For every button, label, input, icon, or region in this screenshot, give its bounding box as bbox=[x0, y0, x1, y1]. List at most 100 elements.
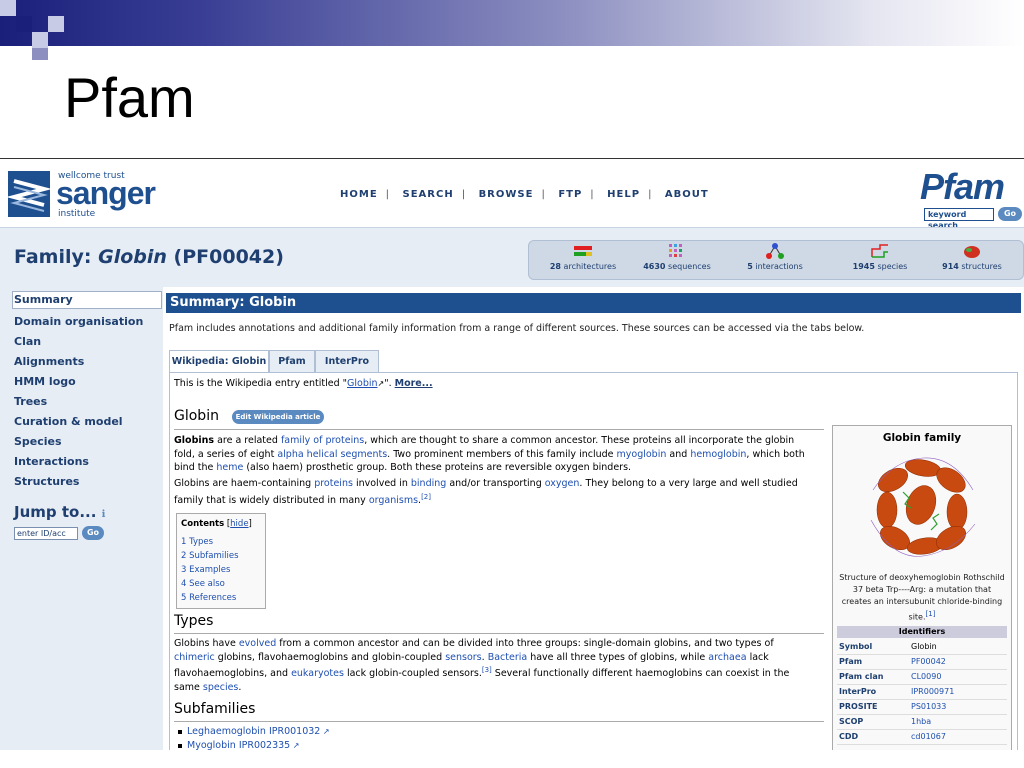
link-binding[interactable]: binding bbox=[411, 478, 446, 489]
slide-decor-square bbox=[0, 0, 16, 16]
subfamilies-heading-rule bbox=[174, 721, 824, 722]
slide-title: Pfam bbox=[64, 66, 195, 129]
stat-sequences[interactable]: 4630 sequences bbox=[637, 243, 717, 271]
architectures-icon bbox=[574, 246, 592, 256]
sidebar-item-structures[interactable]: Structures bbox=[14, 475, 79, 488]
keyword-search-input[interactable]: keyword search bbox=[924, 208, 994, 230]
stat-architectures[interactable]: 28 architectures bbox=[543, 243, 623, 271]
wiki-entry-link[interactable]: Globin bbox=[347, 378, 378, 389]
jump-to-go-button[interactable]: Go bbox=[82, 526, 104, 540]
infobox-title: Globin family bbox=[882, 432, 962, 444]
family-stats-bar: 28 architectures 4630 sequences 5 intera… bbox=[528, 240, 1024, 280]
jump-help-icon[interactable]: ℹ bbox=[102, 509, 106, 520]
link-chimeric[interactable]: chimeric bbox=[174, 652, 215, 663]
sidebar-item-curation-model[interactable]: Curation & model bbox=[14, 415, 123, 428]
link-organisms[interactable]: organisms bbox=[369, 495, 418, 506]
sidebar-item-species[interactable]: Species bbox=[14, 435, 62, 448]
link-evolved[interactable]: evolved bbox=[239, 638, 276, 649]
structures-icon bbox=[964, 246, 980, 258]
site-header: wellcome trust sanger institute HOME | SE… bbox=[0, 159, 1024, 230]
stat-species[interactable]: 1945 species bbox=[835, 243, 925, 271]
link-ipr000971[interactable]: IPR000971 bbox=[911, 684, 954, 699]
link-species[interactable]: species bbox=[203, 682, 238, 693]
link-hemoglobin[interactable]: hemoglobin bbox=[690, 449, 746, 460]
sanger-mark-icon bbox=[6, 171, 52, 217]
link-alpha-helical[interactable]: alpha helical segments bbox=[277, 449, 387, 460]
link-proteins[interactable]: proteins bbox=[314, 478, 353, 489]
link-bacteria[interactable]: Bacteria bbox=[488, 652, 528, 663]
link-cl0090[interactable]: CL0090 bbox=[911, 669, 941, 684]
sidebar-item-hmm-logo[interactable]: HMM logo bbox=[14, 375, 76, 388]
protein-structure-image[interactable] bbox=[863, 450, 981, 562]
link-leghaemoglobin[interactable]: Leghaemoglobin IPR001032 bbox=[187, 726, 320, 737]
sidebar-item-domain-organisation[interactable]: Domain organisation bbox=[14, 315, 143, 328]
toc-item-references[interactable]: 5 References bbox=[181, 592, 236, 606]
link-cd01067[interactable]: cd01067 bbox=[911, 729, 946, 744]
tab-interpro[interactable]: InterPro bbox=[315, 350, 379, 372]
stat-interactions[interactable]: 5 interactions bbox=[735, 243, 815, 271]
link-family-of-proteins[interactable]: family of proteins bbox=[281, 435, 364, 446]
toc-item-see-also[interactable]: 4 See also bbox=[181, 578, 225, 592]
pfam-logo[interactable]: Pfam bbox=[920, 169, 1005, 205]
nav-browse[interactable]: BROWSE bbox=[479, 189, 534, 200]
slide-bottom-margin bbox=[0, 750, 1024, 768]
wiki-more-link[interactable]: More... bbox=[395, 378, 433, 389]
toc-item-types[interactable]: 1 Types bbox=[181, 536, 213, 550]
link-oxygen[interactable]: oxygen bbox=[545, 478, 580, 489]
keyword-search-go-button[interactable]: Go bbox=[998, 207, 1022, 221]
sidebar-item-summary[interactable]: Summary bbox=[14, 293, 73, 306]
subfamily-item: Myoglobin IPR002335 ↗ bbox=[178, 739, 299, 750]
tab-wikipedia[interactable]: Wikipedia: Globin bbox=[169, 350, 269, 373]
nav-search[interactable]: SEARCH bbox=[403, 189, 454, 200]
infobox-row-scop: SCOP 1hba bbox=[837, 714, 1007, 730]
table-of-contents: Contents [hide] 1 Types 2 Subfamilies 3 … bbox=[176, 513, 266, 609]
sidebar-item-trees[interactable]: Trees bbox=[14, 395, 47, 408]
family-name: Globin bbox=[98, 246, 167, 268]
stat-structures[interactable]: 914 structures bbox=[927, 243, 1017, 271]
species-icon bbox=[871, 244, 888, 258]
link-myoglobin[interactable]: myoglobin bbox=[617, 449, 667, 460]
sidebar-item-alignments[interactable]: Alignments bbox=[14, 355, 84, 368]
infobox-row-symbol: Symbol Globin bbox=[837, 639, 1007, 655]
main-content: Summary: Globin Pfam includes annotation… bbox=[163, 287, 1024, 750]
infobox-row-cdd: CDD cd01067 bbox=[837, 729, 1007, 745]
link-sensors[interactable]: sensors bbox=[445, 652, 481, 663]
wiki-heading-subfamilies: Subfamilies bbox=[174, 701, 256, 717]
infobox-row-pfam-clan: Pfam clan CL0090 bbox=[837, 669, 1007, 685]
link-eukaryotes[interactable]: eukaryotes bbox=[291, 668, 344, 679]
nav-ftp[interactable]: FTP bbox=[558, 189, 582, 200]
infobox-row-pfam: Pfam PF00042 bbox=[837, 654, 1007, 670]
family-title: Family: Globin (PF00042) bbox=[14, 246, 284, 268]
edit-wikipedia-button[interactable]: Edit Wikipedia article bbox=[232, 410, 324, 424]
sidebar: Summary Domain organisation Clan Alignme… bbox=[0, 287, 163, 750]
link-archaea[interactable]: archaea bbox=[708, 652, 746, 663]
wiki-paragraph-2: Globins are haem-containing proteins inv… bbox=[174, 478, 798, 506]
external-link-icon: ↗ bbox=[290, 741, 300, 750]
jump-to-input[interactable]: enter ID/acc bbox=[14, 527, 78, 540]
wiki-paragraph-1: Globins are a related family of proteins… bbox=[174, 435, 805, 473]
types-heading-rule bbox=[174, 633, 824, 634]
tab-pfam[interactable]: Pfam bbox=[269, 350, 315, 372]
subfamily-item: Leghaemoglobin IPR001032 ↗ bbox=[178, 725, 330, 739]
link-ps01033[interactable]: PS01033 bbox=[911, 699, 946, 714]
sidebar-item-clan[interactable]: Clan bbox=[14, 335, 41, 348]
link-pf00042[interactable]: PF00042 bbox=[911, 654, 946, 669]
infobox-caption: Structure of deoxyhemoglobin Rothschild … bbox=[839, 573, 1005, 622]
link-myoglobin-ipr[interactable]: Myoglobin IPR002335 bbox=[187, 740, 290, 750]
nav-about[interactable]: ABOUT bbox=[665, 189, 709, 200]
toc-item-examples[interactable]: 3 Examples bbox=[181, 564, 230, 578]
link-1hba[interactable]: 1hba bbox=[911, 714, 931, 729]
link-heme[interactable]: heme bbox=[216, 462, 243, 473]
toc-item-subfamilies[interactable]: 2 Subfamilies bbox=[181, 550, 239, 564]
jump-to-label: Jump to... ℹ bbox=[14, 503, 106, 521]
sidebar-item-interactions[interactable]: Interactions bbox=[14, 455, 89, 468]
wiki-heading-types: Types bbox=[174, 613, 214, 629]
ref-3[interactable]: [3] bbox=[482, 666, 492, 674]
sanger-logo[interactable]: wellcome trust sanger institute bbox=[6, 171, 168, 221]
ref-2[interactable]: [2] bbox=[421, 493, 431, 501]
slide-decor-square bbox=[32, 32, 48, 48]
toc-hide-link[interactable]: hide bbox=[230, 519, 248, 529]
ref-1[interactable]: [1] bbox=[926, 610, 936, 618]
nav-home[interactable]: HOME bbox=[340, 189, 378, 200]
nav-help[interactable]: HELP bbox=[607, 189, 640, 200]
